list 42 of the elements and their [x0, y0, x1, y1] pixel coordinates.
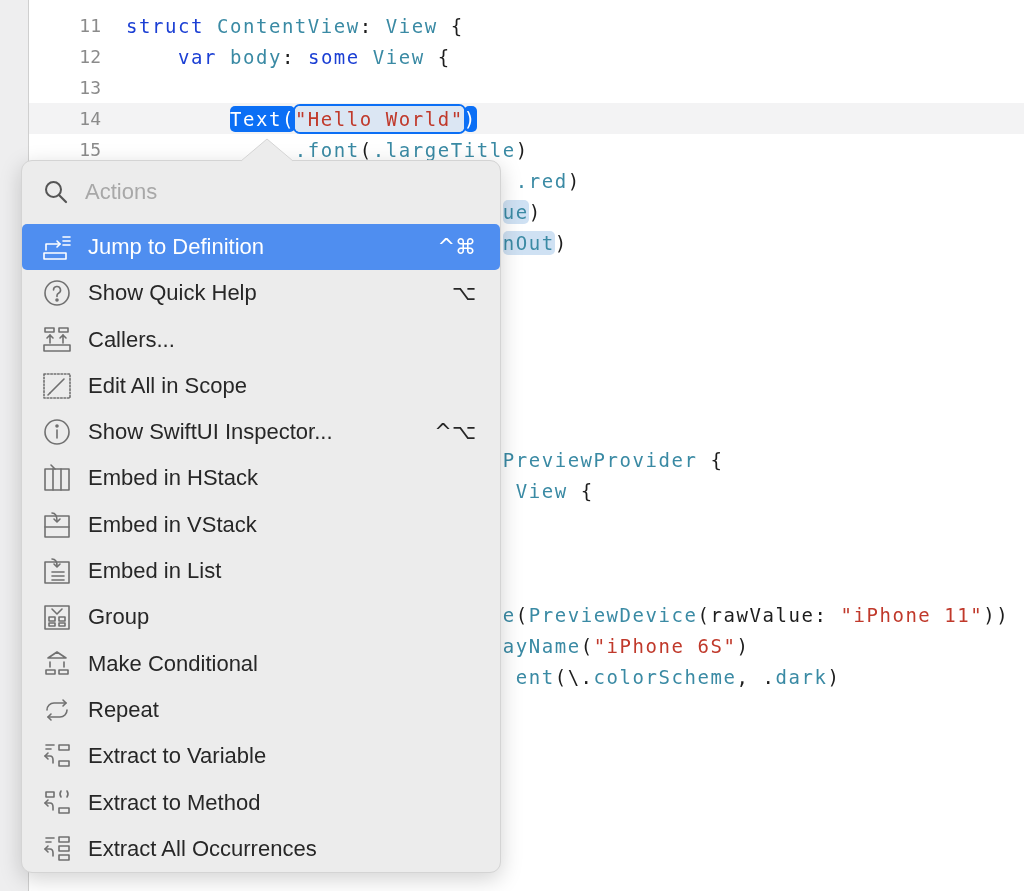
- menu-item[interactable]: Repeat: [22, 686, 500, 734]
- code-line: e(PreviewDevice(rawValue: "iPhone 11")): [502, 603, 1010, 626]
- code-line: View {: [515, 479, 594, 502]
- menu-item[interactable]: Extract to Variable: [22, 733, 500, 780]
- arrow-stacked-boxes-icon: [42, 833, 72, 864]
- menu-item[interactable]: Extract All Occurrences: [22, 825, 500, 872]
- code-line: Text("Hello World"): [229, 105, 477, 132]
- menu-item[interactable]: Edit All in Scope: [22, 362, 500, 410]
- help-icon: [42, 278, 72, 309]
- list-box-icon: [42, 556, 72, 587]
- line-number: 13: [79, 77, 101, 98]
- columns-box-icon: [42, 463, 72, 494]
- rows-box-icon: [42, 509, 72, 540]
- info-icon: [42, 417, 72, 448]
- code-line: ayName("iPhone 6S"): [502, 634, 750, 657]
- line-number: 14: [79, 108, 101, 129]
- search-field[interactable]: Actions: [85, 179, 385, 206]
- shortcut-label: ^⌘: [437, 235, 476, 259]
- menu-item[interactable]: Embed in HStack: [22, 455, 500, 502]
- code-line: .red): [515, 169, 581, 192]
- line-number: 12: [79, 46, 101, 67]
- code-line: ent(\.colorScheme, .dark): [515, 665, 841, 688]
- menu-item[interactable]: Embed in VStack: [22, 501, 500, 548]
- menu-item[interactable]: Show SwiftUI Inspector... ^⌥: [22, 409, 500, 456]
- line-number: 15: [79, 139, 101, 160]
- line-number: 11: [79, 15, 101, 36]
- up-arrows-boxes-icon: [42, 324, 72, 355]
- code-line: var body: some View {: [177, 45, 451, 68]
- pencil-dotted-box-icon: [42, 370, 72, 401]
- menu-item[interactable]: Callers...: [22, 316, 500, 363]
- menu-item[interactable]: Extract to Method: [22, 779, 500, 826]
- code-line: PreviewProvider {: [502, 448, 724, 471]
- code-line: .font(.largeTitle): [294, 138, 529, 161]
- menu-item[interactable]: Embed in List: [22, 547, 500, 595]
- grid-box-icon: [42, 602, 72, 633]
- menu-item[interactable]: Group: [22, 594, 500, 641]
- shortcut-label: ^⌥: [434, 420, 476, 445]
- shortcut-label: ⌥: [451, 281, 476, 306]
- menu-item[interactable]: Make Conditional: [22, 640, 500, 687]
- code-line: struct ContentView: View {: [126, 14, 464, 37]
- menu-item[interactable]: Show Quick Help ⌥: [22, 270, 500, 317]
- search-icon: [43, 179, 69, 206]
